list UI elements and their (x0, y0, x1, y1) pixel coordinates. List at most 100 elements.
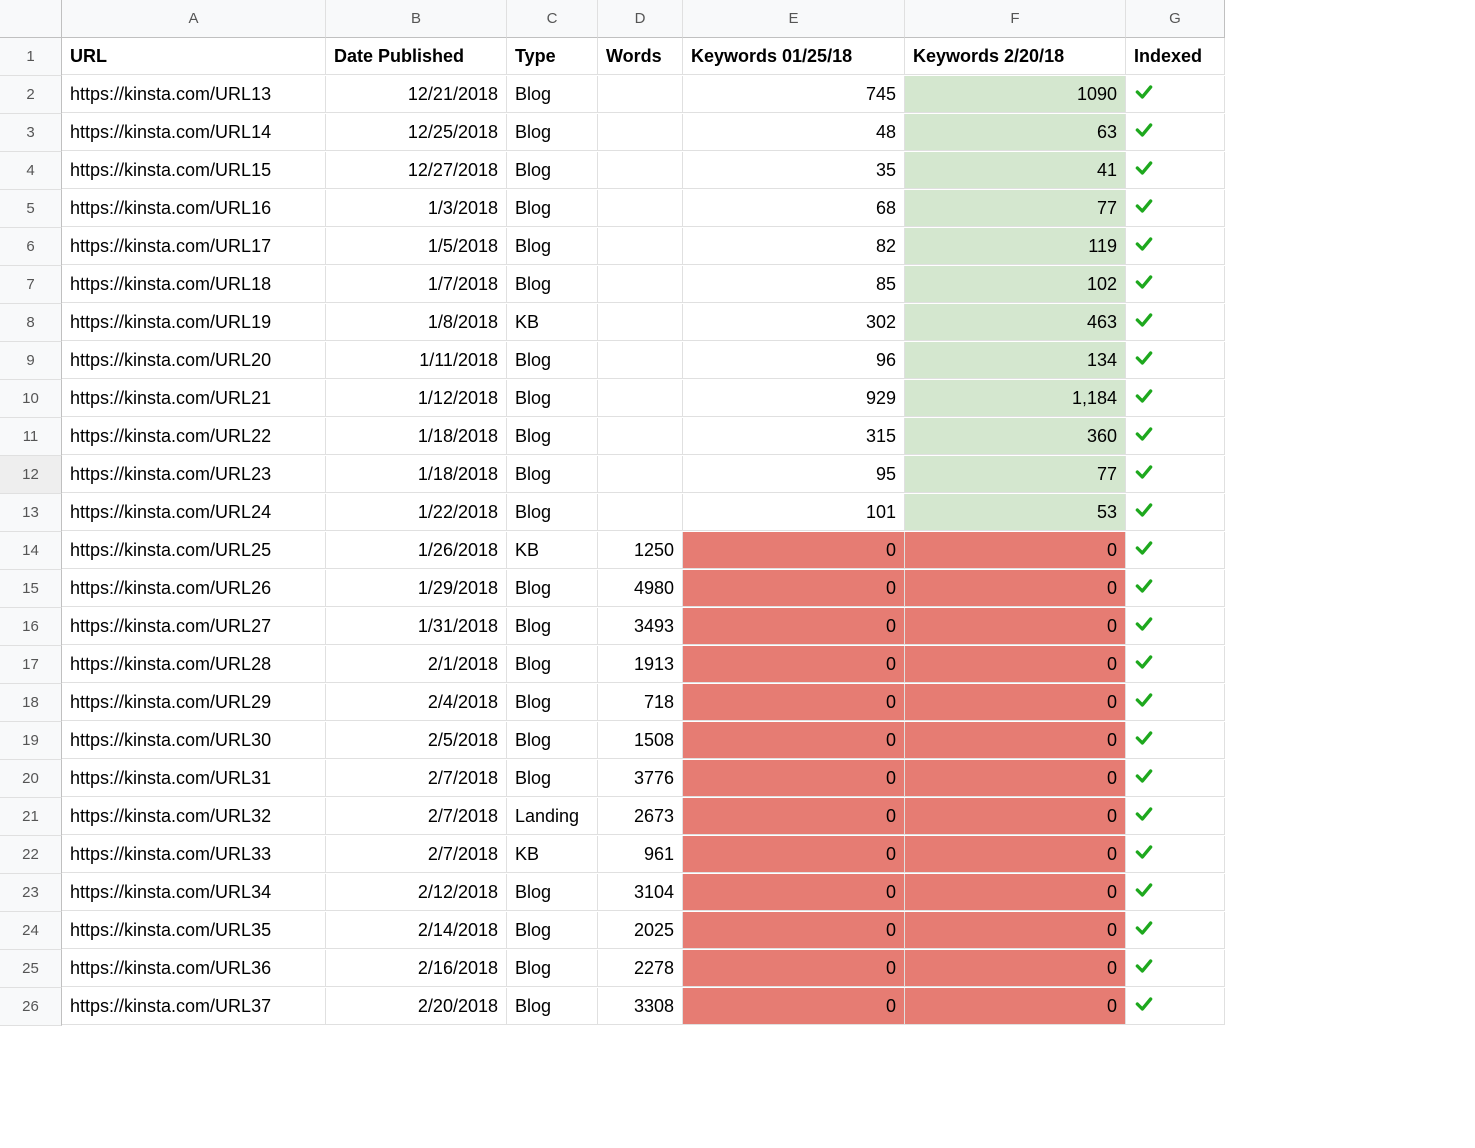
cell-kw2[interactable]: 134 (905, 342, 1126, 379)
cell-url[interactable]: https://kinsta.com/URL23 (62, 456, 326, 493)
row-header-21[interactable]: 21 (0, 798, 62, 836)
cell-date[interactable]: 2/14/2018 (326, 912, 507, 949)
row-header-14[interactable]: 14 (0, 532, 62, 570)
cell-kw1[interactable]: 48 (683, 114, 905, 151)
row-header-7[interactable]: 7 (0, 266, 62, 304)
cell-kw2[interactable]: 0 (905, 570, 1126, 607)
cell-indexed[interactable] (1126, 570, 1225, 607)
cell-indexed[interactable] (1126, 760, 1225, 797)
row-header-26[interactable]: 26 (0, 988, 62, 1026)
cell-indexed[interactable] (1126, 646, 1225, 683)
cell-url[interactable]: https://kinsta.com/URL25 (62, 532, 326, 569)
column-header-E[interactable]: E (683, 0, 905, 38)
cell-kw2[interactable]: 0 (905, 912, 1126, 949)
cell-kw1[interactable]: 0 (683, 684, 905, 721)
cell-type[interactable]: Blog (507, 494, 598, 531)
cell-kw2[interactable]: 360 (905, 418, 1126, 455)
cell-url[interactable]: https://kinsta.com/URL31 (62, 760, 326, 797)
cell-indexed[interactable] (1126, 608, 1225, 645)
cell-date[interactable]: 1/18/2018 (326, 456, 507, 493)
row-header-11[interactable]: 11 (0, 418, 62, 456)
cell-indexed[interactable] (1126, 266, 1225, 303)
cell-url[interactable]: https://kinsta.com/URL37 (62, 988, 326, 1025)
header-cell-words[interactable]: Words (598, 38, 683, 75)
row-header-17[interactable]: 17 (0, 646, 62, 684)
cell-url[interactable]: https://kinsta.com/URL36 (62, 950, 326, 987)
row-header-8[interactable]: 8 (0, 304, 62, 342)
cell-url[interactable]: https://kinsta.com/URL30 (62, 722, 326, 759)
cell-url[interactable]: https://kinsta.com/URL21 (62, 380, 326, 417)
cell-date[interactable]: 1/18/2018 (326, 418, 507, 455)
cell-kw1[interactable]: 0 (683, 912, 905, 949)
cell-date[interactable]: 12/21/2018 (326, 76, 507, 113)
cell-url[interactable]: https://kinsta.com/URL15 (62, 152, 326, 189)
cell-date[interactable]: 2/4/2018 (326, 684, 507, 721)
cell-kw2[interactable]: 0 (905, 684, 1126, 721)
column-header-F[interactable]: F (905, 0, 1126, 38)
cell-url[interactable]: https://kinsta.com/URL14 (62, 114, 326, 151)
cell-kw2[interactable]: 119 (905, 228, 1126, 265)
cell-indexed[interactable] (1126, 836, 1225, 873)
cell-words[interactable]: 961 (598, 836, 683, 873)
cell-indexed[interactable] (1126, 684, 1225, 721)
cell-kw2[interactable]: 0 (905, 646, 1126, 683)
row-header-2[interactable]: 2 (0, 76, 62, 114)
cell-kw2[interactable]: 77 (905, 456, 1126, 493)
cell-indexed[interactable] (1126, 494, 1225, 531)
cell-words[interactable] (598, 228, 683, 265)
cell-words[interactable] (598, 152, 683, 189)
header-cell-kw2[interactable]: Keywords 2/20/18 (905, 38, 1126, 75)
cell-type[interactable]: Blog (507, 570, 598, 607)
cell-url[interactable]: https://kinsta.com/URL13 (62, 76, 326, 113)
cell-kw1[interactable]: 745 (683, 76, 905, 113)
cell-words[interactable]: 4980 (598, 570, 683, 607)
cell-date[interactable]: 1/11/2018 (326, 342, 507, 379)
cell-words[interactable] (598, 342, 683, 379)
cell-url[interactable]: https://kinsta.com/URL24 (62, 494, 326, 531)
cell-type[interactable]: Blog (507, 722, 598, 759)
cell-kw2[interactable]: 0 (905, 836, 1126, 873)
cell-words[interactable] (598, 76, 683, 113)
cell-type[interactable]: Blog (507, 684, 598, 721)
cell-url[interactable]: https://kinsta.com/URL26 (62, 570, 326, 607)
cell-words[interactable]: 2278 (598, 950, 683, 987)
cell-date[interactable]: 2/20/2018 (326, 988, 507, 1025)
cell-kw1[interactable]: 0 (683, 836, 905, 873)
cell-indexed[interactable] (1126, 304, 1225, 341)
cell-date[interactable]: 2/7/2018 (326, 760, 507, 797)
cell-date[interactable]: 1/29/2018 (326, 570, 507, 607)
cell-kw1[interactable]: 0 (683, 532, 905, 569)
row-header-6[interactable]: 6 (0, 228, 62, 266)
cell-url[interactable]: https://kinsta.com/URL16 (62, 190, 326, 227)
cell-kw2[interactable]: 0 (905, 760, 1126, 797)
cell-kw2[interactable]: 0 (905, 874, 1126, 911)
cell-words[interactable] (598, 380, 683, 417)
cell-date[interactable]: 1/31/2018 (326, 608, 507, 645)
cell-kw2[interactable]: 463 (905, 304, 1126, 341)
cell-words[interactable]: 3104 (598, 874, 683, 911)
cell-type[interactable]: KB (507, 836, 598, 873)
cell-kw1[interactable]: 101 (683, 494, 905, 531)
cell-kw1[interactable]: 35 (683, 152, 905, 189)
cell-kw1[interactable]: 82 (683, 228, 905, 265)
row-header-5[interactable]: 5 (0, 190, 62, 228)
cell-url[interactable]: https://kinsta.com/URL19 (62, 304, 326, 341)
cell-type[interactable]: Blog (507, 266, 598, 303)
cell-url[interactable]: https://kinsta.com/URL33 (62, 836, 326, 873)
cell-type[interactable]: Blog (507, 950, 598, 987)
cell-kw1[interactable]: 0 (683, 570, 905, 607)
cell-indexed[interactable] (1126, 152, 1225, 189)
cell-indexed[interactable] (1126, 114, 1225, 151)
cell-indexed[interactable] (1126, 418, 1225, 455)
cell-url[interactable]: https://kinsta.com/URL17 (62, 228, 326, 265)
cell-words[interactable] (598, 266, 683, 303)
cell-kw1[interactable]: 929 (683, 380, 905, 417)
cell-kw2[interactable]: 0 (905, 722, 1126, 759)
cell-words[interactable]: 3776 (598, 760, 683, 797)
cell-url[interactable]: https://kinsta.com/URL32 (62, 798, 326, 835)
cell-words[interactable] (598, 418, 683, 455)
cell-type[interactable]: Blog (507, 646, 598, 683)
cell-words[interactable]: 1250 (598, 532, 683, 569)
column-header-D[interactable]: D (598, 0, 683, 38)
cell-type[interactable]: Blog (507, 76, 598, 113)
